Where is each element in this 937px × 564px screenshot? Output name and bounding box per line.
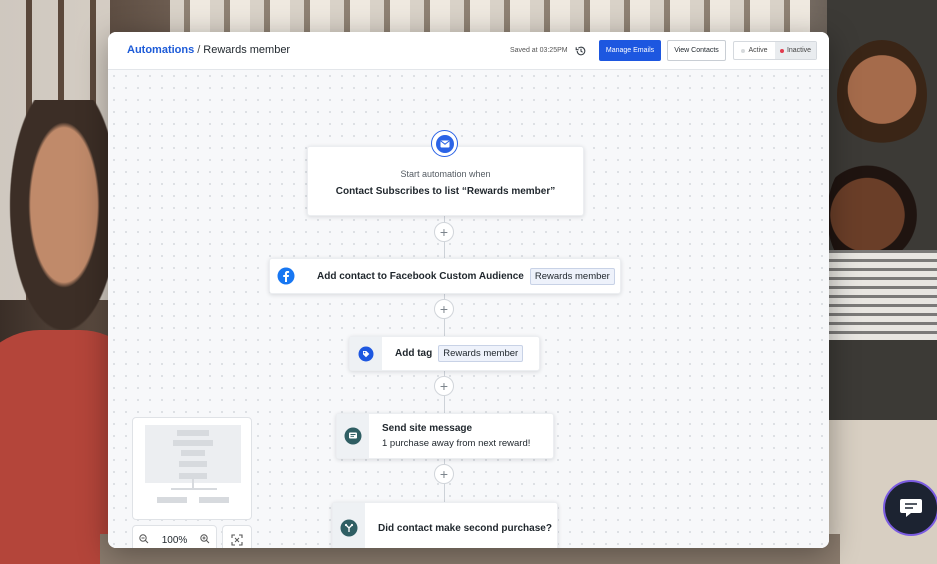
step-condition[interactable]: Did contact make second purchase? bbox=[332, 502, 558, 548]
manage-emails-button[interactable]: Manage Emails bbox=[599, 40, 661, 61]
step-message-title: Send site message bbox=[382, 423, 473, 434]
add-step-button-1[interactable]: + bbox=[434, 222, 454, 242]
status-toggle: Active Inactive bbox=[733, 41, 817, 60]
step-site-message[interactable]: Send site message 1 purchase away from n… bbox=[336, 413, 554, 459]
status-inactive-option[interactable]: Inactive bbox=[775, 42, 816, 59]
site-message-icon bbox=[337, 414, 369, 458]
workflow-canvas[interactable]: Start automation when Contact Subscribes… bbox=[108, 70, 829, 548]
fit-screen-icon bbox=[231, 534, 243, 546]
active-dot-icon bbox=[741, 48, 746, 53]
workflow-minimap[interactable] bbox=[132, 417, 252, 520]
zoom-in-icon[interactable] bbox=[200, 533, 210, 547]
breadcrumb-current: Rewards member bbox=[203, 44, 291, 56]
view-contacts-button[interactable]: View Contacts bbox=[667, 40, 726, 61]
tag-icon bbox=[350, 337, 382, 370]
header-bar: Automations / Rewards member Saved at 03:2… bbox=[108, 32, 829, 70]
minimap-node bbox=[181, 450, 205, 456]
minimap-branch bbox=[171, 488, 217, 490]
inactive-dot-icon bbox=[779, 48, 784, 53]
breadcrumb-separator: / bbox=[197, 44, 201, 56]
condition-icon bbox=[333, 503, 365, 548]
zoom-controls: 100% bbox=[132, 525, 217, 548]
background-person-right-top bbox=[837, 40, 927, 150]
minimap-node bbox=[179, 461, 207, 467]
minimap-node bbox=[157, 497, 187, 503]
step-facebook-title: Add contact to Facebook Custom Audience bbox=[317, 270, 524, 282]
fit-to-screen-button[interactable] bbox=[222, 525, 252, 548]
trigger-label: Start automation when bbox=[400, 169, 491, 179]
minimap-node bbox=[173, 440, 213, 446]
zoom-level: 100% bbox=[161, 534, 188, 546]
minimap-node bbox=[199, 497, 229, 503]
chat-launcher-button[interactable] bbox=[883, 480, 937, 536]
automation-builder-window: Automations / Rewards member Saved at 03:2… bbox=[108, 32, 829, 548]
step-message-text: Send site message 1 purchase away from n… bbox=[382, 423, 530, 449]
facebook-icon bbox=[270, 259, 302, 293]
step-add-tag[interactable]: Add tag Rewards member bbox=[349, 336, 540, 371]
step-condition-title: Did contact make second purchase? bbox=[378, 522, 552, 534]
trigger-email-icon bbox=[431, 130, 458, 157]
history-icon[interactable] bbox=[575, 44, 587, 56]
step-tag-pill: Rewards member bbox=[438, 345, 524, 362]
status-active-option[interactable]: Active bbox=[734, 42, 775, 59]
breadcrumb: Automations / Rewards member bbox=[127, 44, 290, 56]
add-step-button-2[interactable]: + bbox=[434, 299, 454, 319]
step-facebook-pill: Rewards member bbox=[529, 267, 615, 285]
status-active-label: Active bbox=[748, 47, 768, 54]
saved-status-text: Saved at 03:25PM bbox=[510, 47, 568, 54]
breadcrumb-automations-link[interactable]: Automations bbox=[127, 44, 194, 56]
step-facebook-audience[interactable]: Add contact to Facebook Custom Audience … bbox=[269, 258, 621, 294]
zoom-out-icon[interactable] bbox=[139, 533, 149, 547]
add-step-button-4[interactable]: + bbox=[434, 464, 454, 484]
trigger-value: Contact Subscribes to list “Rewards memb… bbox=[335, 186, 556, 197]
background-shelf bbox=[170, 0, 810, 34]
add-step-button-3[interactable]: + bbox=[434, 376, 454, 396]
chat-icon bbox=[900, 499, 922, 517]
status-inactive-label: Inactive bbox=[786, 47, 812, 54]
minimap-node bbox=[177, 430, 209, 436]
step-message-subtitle: 1 purchase away from next reward! bbox=[382, 438, 531, 449]
background-person-right-shirt bbox=[827, 250, 937, 340]
step-tag-title: Add tag bbox=[395, 348, 433, 359]
